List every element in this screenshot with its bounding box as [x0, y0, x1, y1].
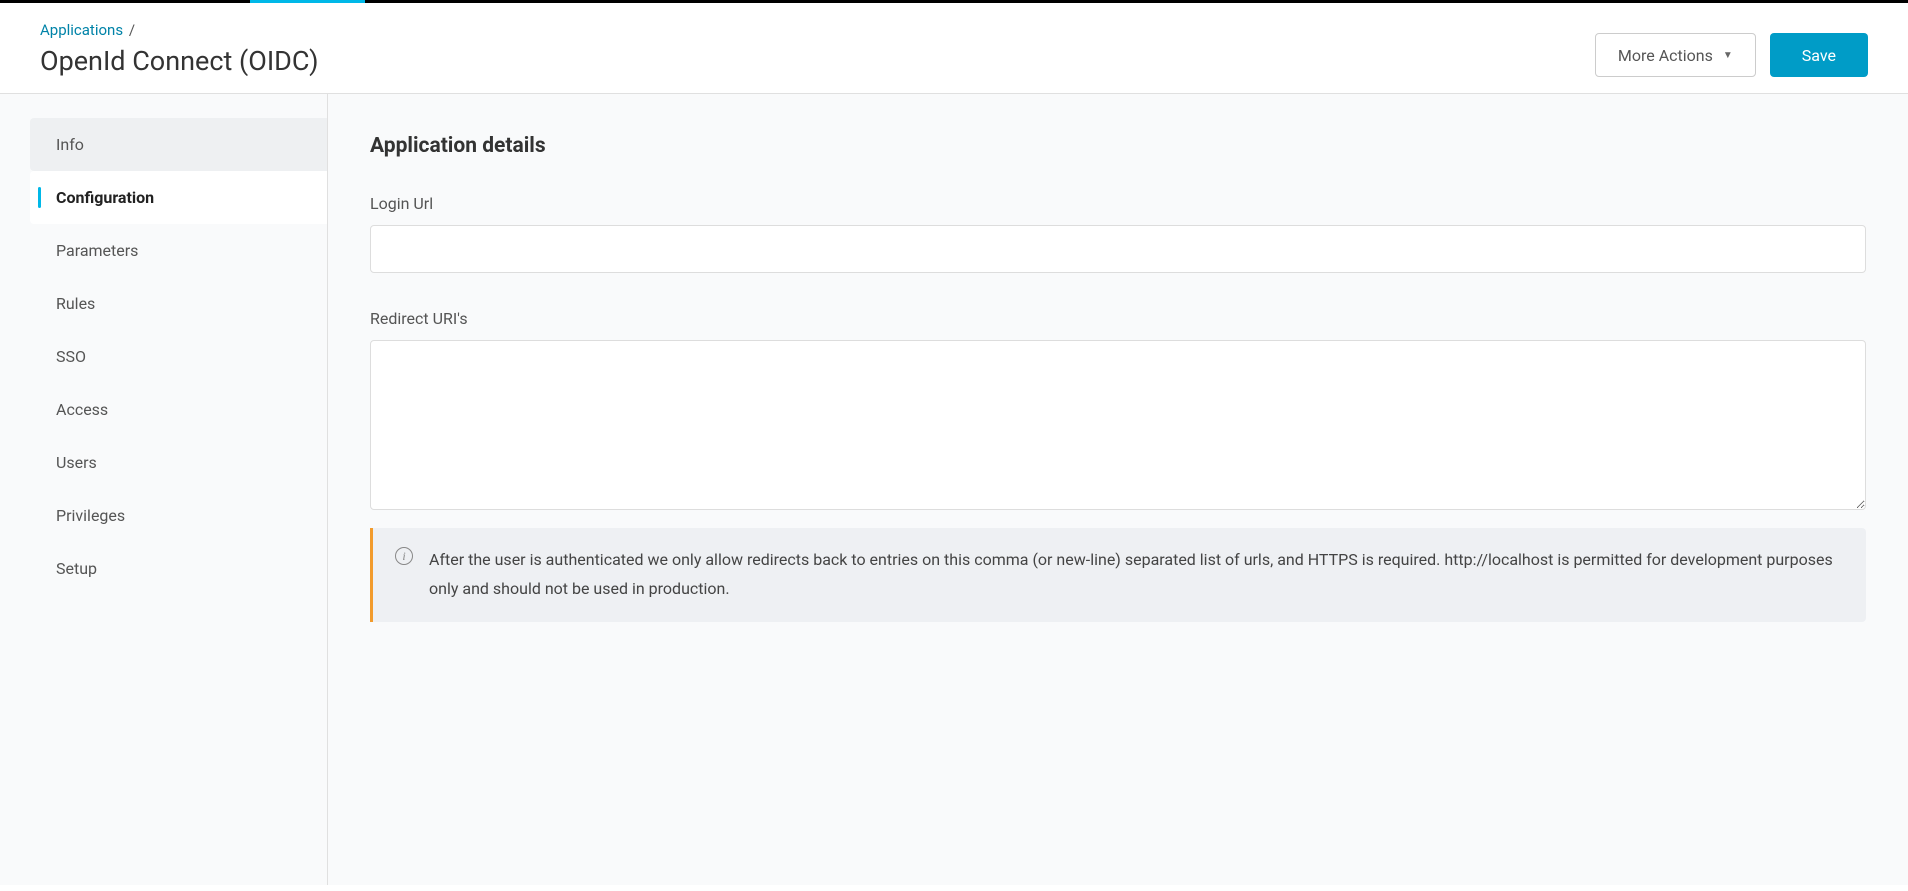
sidebar-item-rules[interactable]: Rules — [30, 277, 327, 330]
info-icon: i — [395, 547, 413, 565]
sidebar-item-configuration[interactable]: Configuration — [30, 171, 327, 224]
page-header: Applications / OpenId Connect (OIDC) Mor… — [0, 3, 1908, 94]
sidebar-item-setup[interactable]: Setup — [30, 542, 327, 595]
page-title: OpenId Connect (OIDC) — [40, 45, 1595, 77]
sidebar: Info Configuration Parameters Rules SSO … — [0, 94, 328, 885]
save-button[interactable]: Save — [1770, 33, 1868, 77]
redirect-uris-group: Redirect URI's i After the user is authe… — [370, 309, 1866, 622]
section-title: Application details — [370, 134, 1866, 158]
login-url-label: Login Url — [370, 194, 1866, 213]
redirect-uris-label: Redirect URI's — [370, 309, 1866, 328]
sidebar-item-info[interactable]: Info — [30, 118, 327, 171]
sidebar-item-users[interactable]: Users — [30, 436, 327, 489]
more-actions-label: More Actions — [1618, 46, 1713, 65]
sidebar-item-sso[interactable]: SSO — [30, 330, 327, 383]
sidebar-item-privileges[interactable]: Privileges — [30, 489, 327, 542]
sidebar-item-access[interactable]: Access — [30, 383, 327, 436]
login-url-group: Login Url — [370, 194, 1866, 273]
caret-down-icon: ▼ — [1723, 50, 1733, 61]
breadcrumb-separator: / — [129, 21, 135, 39]
info-box: i After the user is authenticated we onl… — [370, 528, 1866, 622]
sidebar-item-parameters[interactable]: Parameters — [30, 224, 327, 277]
header-actions: More Actions ▼ Save — [1595, 33, 1868, 77]
redirect-uris-textarea[interactable] — [370, 340, 1866, 510]
login-url-input[interactable] — [370, 225, 1866, 273]
breadcrumb-parent-link[interactable]: Applications — [40, 21, 123, 39]
main-content: Application details Login Url Redirect U… — [328, 94, 1908, 885]
breadcrumb: Applications / — [40, 21, 1595, 39]
more-actions-button[interactable]: More Actions ▼ — [1595, 33, 1756, 77]
info-message: After the user is authenticated we only … — [429, 546, 1844, 604]
